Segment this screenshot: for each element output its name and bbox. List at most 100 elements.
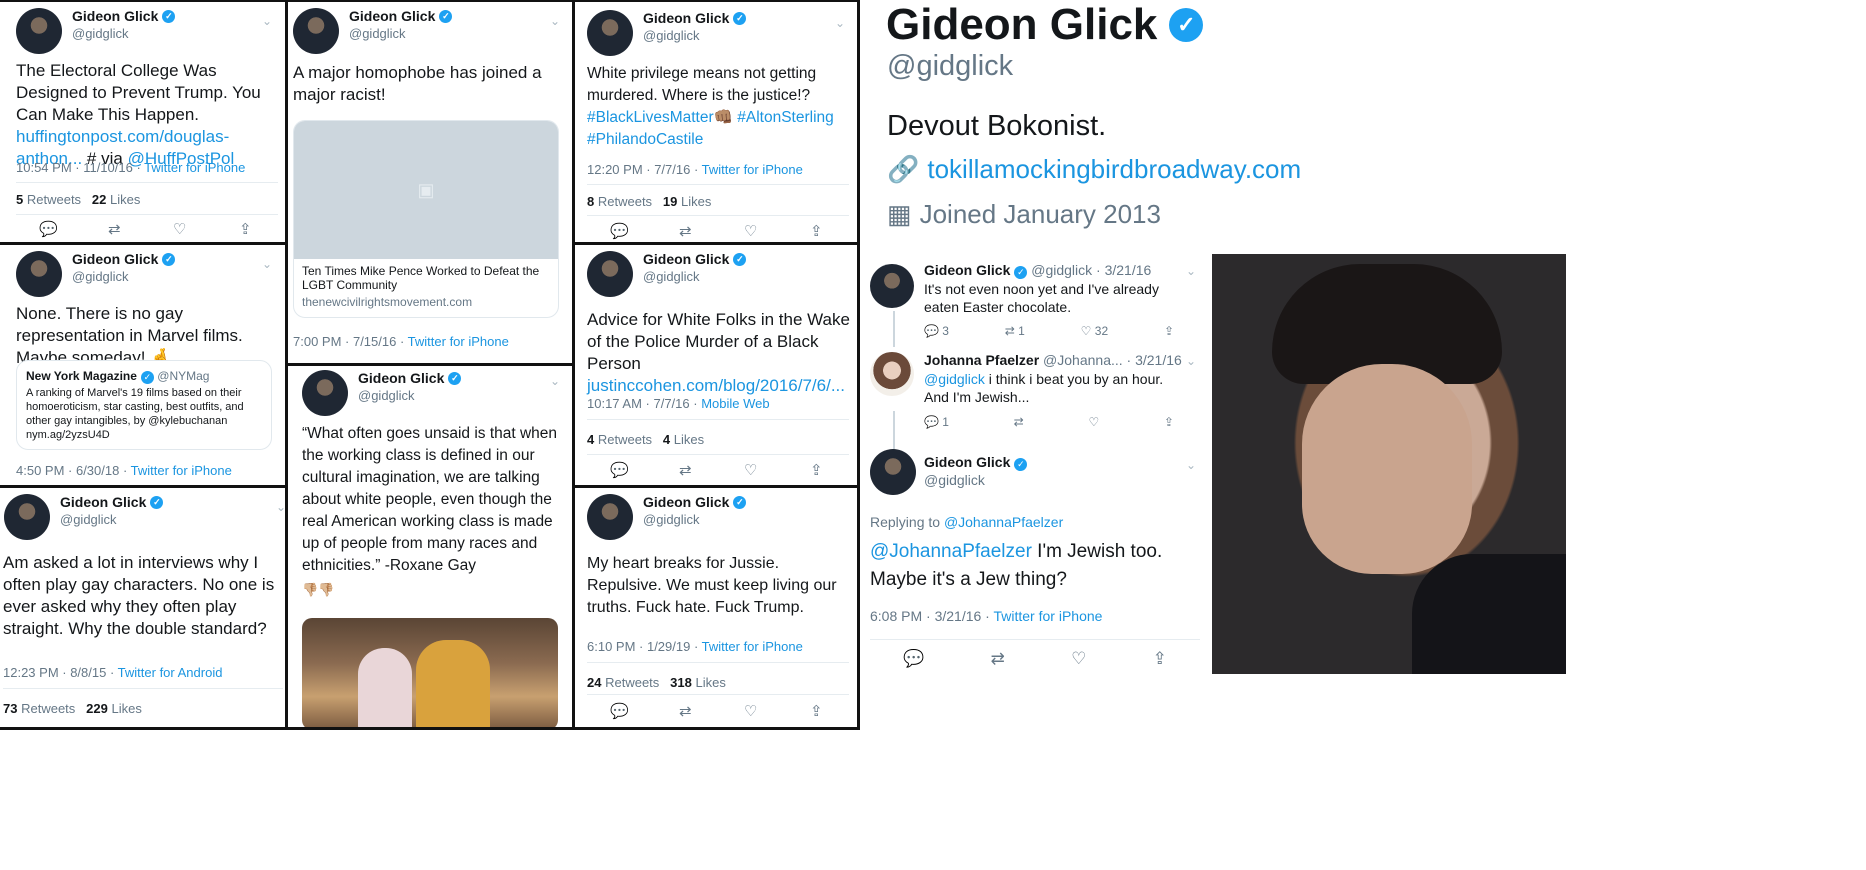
tweet-card[interactable]: Gideon Glick ✓ @gidglick My heart breaks …	[575, 488, 857, 727]
avatar[interactable]	[870, 449, 916, 495]
handle[interactable]: @gidglick	[924, 472, 985, 488]
reply-icon[interactable]: 💬	[29, 220, 69, 238]
handle[interactable]: @gidglick	[358, 388, 461, 403]
source-link[interactable]: Twitter for iPhone	[408, 334, 509, 349]
retweet-icon[interactable]: ⇄ 1	[1005, 324, 1025, 338]
share-icon[interactable]: ⇪	[1153, 649, 1167, 669]
share-icon[interactable]: ⇪	[225, 220, 265, 238]
source-link[interactable]: Twitter for Android	[118, 665, 223, 680]
share-icon[interactable]: ⇪	[796, 222, 836, 240]
tweet-stats[interactable]: 5 Retweets 22 Likes	[16, 192, 140, 207]
retweet-icon[interactable]: ⇄	[94, 220, 134, 238]
chevron-down-icon[interactable]: ⌄	[835, 16, 845, 30]
hashtag-link[interactable]: #AltonSterling	[737, 109, 834, 126]
tweet-card[interactable]: Gideon Glick ✓ @gidglick Advice for White…	[575, 245, 857, 485]
display-name[interactable]: Gideon Glick	[643, 10, 729, 26]
avatar[interactable]	[16, 8, 62, 54]
reply-icon[interactable]: 💬 1	[924, 415, 949, 429]
reply-icon[interactable]: 💬	[600, 222, 640, 240]
avatar[interactable]	[870, 352, 914, 396]
source-link[interactable]: Twitter for iPhone	[702, 639, 803, 654]
chevron-down-icon[interactable]: ⌄	[262, 257, 272, 271]
quote-tweet[interactable]: New York Magazine ✓ @NYMag A ranking of M…	[16, 360, 272, 450]
reply-icon[interactable]: 💬	[600, 461, 640, 479]
avatar[interactable]	[587, 251, 633, 297]
chevron-down-icon[interactable]: ⌄	[1186, 354, 1196, 368]
source-link[interactable]: Mobile Web	[701, 396, 769, 411]
avatar[interactable]	[16, 251, 62, 297]
profile-url[interactable]: tokillamockingbirdbroadway.com	[927, 154, 1301, 185]
handle[interactable]: @gidglick	[643, 28, 746, 43]
handle[interactable]: @gidglick	[349, 26, 452, 41]
tweet-stats[interactable]: 8 Retweets 19 Likes	[587, 194, 711, 209]
tweet-card[interactable]: Gideon Glick ✓ @gidglick ⌄ White privileg…	[575, 2, 857, 242]
handle[interactable]: @gidglick	[60, 512, 163, 527]
retweet-icon[interactable]: ⇄	[1014, 415, 1024, 429]
collage-divider	[857, 0, 860, 730]
hashtag-link[interactable]: #BlackLivesMatter	[587, 109, 714, 126]
handle[interactable]: @gidglick	[72, 26, 175, 41]
source-link[interactable]: Twitter for iPhone	[993, 608, 1102, 624]
handle[interactable]: @gidglick	[643, 269, 746, 284]
share-icon[interactable]: ⇪	[796, 461, 836, 479]
retweet-icon[interactable]: ⇄	[991, 649, 1005, 669]
tweet-card[interactable]: Gideon Glick ✓ @gidglick ⌄ A major homoph…	[288, 2, 572, 363]
source-link[interactable]: Twitter for iPhone	[702, 162, 803, 177]
display-name[interactable]: Gideon Glick	[349, 8, 435, 24]
display-name[interactable]: Gideon Glick	[72, 251, 158, 267]
source-link[interactable]: Twitter for iPhone	[131, 463, 232, 478]
hashtag-link[interactable]: #PhilandoCastile	[587, 131, 703, 148]
link-card[interactable]: ▣ Ten Times Mike Pence Worked to Defeat …	[293, 120, 559, 318]
tweet-card[interactable]: Gideon Glick ✓ @gidglick ⌄ Am asked a lot…	[0, 488, 285, 727]
tweet-stats[interactable]: 24 Retweets 318 Likes	[587, 675, 726, 690]
display-name[interactable]: Gideon Glick	[358, 370, 444, 386]
chevron-down-icon[interactable]: ⌄	[550, 14, 560, 28]
avatar[interactable]	[587, 10, 633, 56]
heart-icon[interactable]: ♡ 32	[1081, 324, 1108, 338]
reply-icon[interactable]: 💬	[600, 702, 640, 720]
heart-icon[interactable]: ♡	[731, 702, 771, 720]
mention-link[interactable]: @gidglick	[924, 371, 985, 387]
chevron-down-icon[interactable]: ⌄	[1186, 458, 1196, 472]
avatar[interactable]	[4, 494, 50, 540]
heart-icon[interactable]: ♡	[1071, 649, 1086, 669]
tweet-stats[interactable]: 73 Retweets 229 Likes	[3, 701, 142, 716]
share-icon[interactable]: ⇪	[796, 702, 836, 720]
display-name[interactable]: Gideon Glick	[60, 494, 146, 510]
tweet-text: “What often goes unsaid is that when the…	[302, 425, 558, 574]
reply-icon[interactable]: 💬	[903, 649, 924, 669]
display-name[interactable]: Gideon Glick	[72, 8, 158, 24]
tweet-card[interactable]: Gideon Glick ✓ @gidglick ⌄ None. There is…	[0, 245, 285, 485]
chevron-down-icon[interactable]: ⌄	[262, 14, 272, 28]
avatar[interactable]	[870, 264, 914, 308]
tweet-link[interactable]: justinccohen.com/blog/2016/7/6/...	[587, 376, 845, 395]
chevron-down-icon[interactable]: ⌄	[1186, 264, 1196, 278]
source-link[interactable]: Twitter for iPhone	[144, 160, 245, 175]
retweet-icon[interactable]: ⇄	[665, 461, 705, 479]
display-name[interactable]: Gideon Glick	[643, 251, 729, 267]
chevron-down-icon[interactable]: ⌄	[276, 500, 285, 514]
mention-link[interactable]: @JohannaPfaelzer	[944, 514, 1063, 530]
avatar[interactable]	[302, 370, 348, 416]
mention-link[interactable]: @JohannaPfaelzer	[870, 541, 1032, 562]
avatar[interactable]	[587, 494, 633, 540]
retweet-icon[interactable]: ⇄	[665, 222, 705, 240]
heart-icon[interactable]: ♡	[731, 222, 771, 240]
profile-name: Gideon Glick ✓	[886, 0, 1204, 50]
avatar[interactable]	[293, 8, 339, 54]
handle[interactable]: @gidglick	[72, 269, 175, 284]
heart-icon[interactable]: ♡	[160, 220, 200, 238]
reply-icon[interactable]: 💬 3	[924, 324, 949, 338]
tweet-card[interactable]: Gideon Glick ✓ @gidglick ⌄ “What often go…	[288, 366, 572, 727]
share-icon[interactable]: ⇪	[1164, 415, 1174, 429]
retweet-icon[interactable]: ⇄	[665, 702, 705, 720]
handle[interactable]: @gidglick	[643, 512, 746, 527]
tweet-stats[interactable]: 4 Retweets 4 Likes	[587, 432, 704, 447]
heart-icon[interactable]: ♡	[731, 461, 771, 479]
heart-icon[interactable]: ♡	[1088, 415, 1099, 429]
share-icon[interactable]: ⇪	[1164, 324, 1174, 338]
tweet-card[interactable]: Gideon Glick ✓ @gidglick ⌄ The Electoral …	[0, 2, 285, 242]
display-name[interactable]: Gideon Glick	[643, 494, 729, 510]
chevron-down-icon[interactable]: ⌄	[550, 374, 560, 388]
tweet-photo[interactable]	[302, 618, 558, 727]
